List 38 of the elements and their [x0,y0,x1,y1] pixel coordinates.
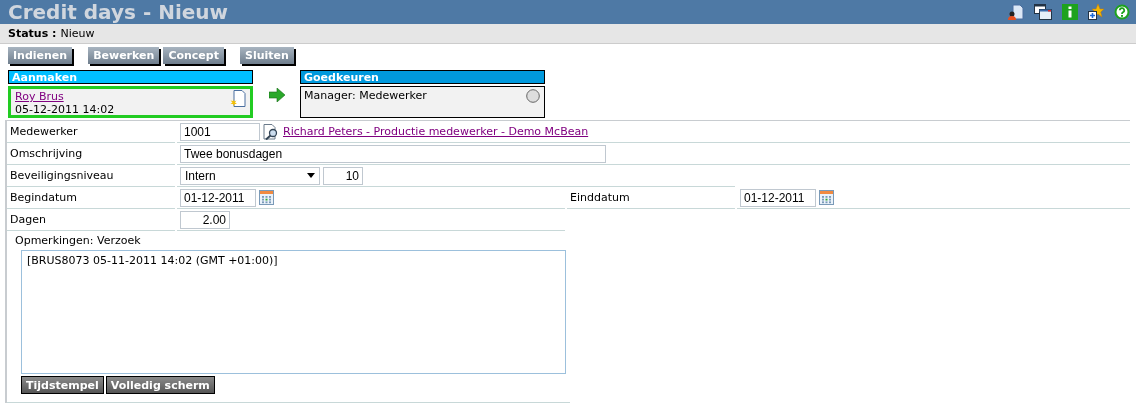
user-document-icon[interactable] [1008,4,1024,20]
windows-icon[interactable] [1034,4,1052,20]
info-icon[interactable] [1062,4,1078,20]
status-label: Status : [8,27,57,40]
calendar-icon[interactable] [259,190,274,205]
new-document-icon [230,90,246,107]
remark-button[interactable]: Tijdstempel [21,376,104,394]
description-field[interactable]: Twee bonusdagen [180,144,606,163]
help-icon[interactable] [1114,4,1130,20]
arrow-right-icon [268,88,285,102]
date-field[interactable]: 01-12-2011 [180,188,256,207]
status-value: Nieuw [60,27,95,40]
dropdown-caret-icon [307,173,315,178]
field-label: Begindatum [10,191,78,204]
field-label: Omschrijving [10,147,83,160]
calendar-icon[interactable] [819,190,834,205]
security-select[interactable]: Intern [180,166,320,185]
step-header: Aanmaken [8,70,253,84]
step-header: Goedkeuren [300,70,545,84]
field-label: Dagen [10,213,46,226]
step-date: 05-12-2011 14:02 [15,103,115,116]
days-field[interactable]: 2.00 [180,210,230,229]
star-add-icon[interactable] [1088,4,1104,20]
remark-button[interactable]: Volledig scherm [105,376,215,394]
field-label: Medewerker [10,125,78,138]
employee-link[interactable]: Richard Peters - Productie medewerker - Demo McBean [283,125,589,138]
search-icon[interactable] [263,123,280,140]
user-link[interactable]: Roy Brus [15,90,64,103]
field-label: Opmerkingen: Verzoek [15,234,142,247]
status-circle-icon [526,89,540,103]
field-label: Beveiligingsniveau [10,169,114,182]
window-title: Credit days - Nieuw [8,0,229,24]
security-level-field[interactable]: 10 [323,166,363,185]
field-label: Einddatum [570,191,630,204]
date-field[interactable]: 01-12-2011 [740,188,816,207]
remarks-field[interactable]: [BRUS8073 05-11-2011 14:02 (GMT +01:00)] [21,250,566,374]
employee-field[interactable]: 1001 [180,122,260,141]
step-text: Manager: Medewerker [304,89,427,102]
